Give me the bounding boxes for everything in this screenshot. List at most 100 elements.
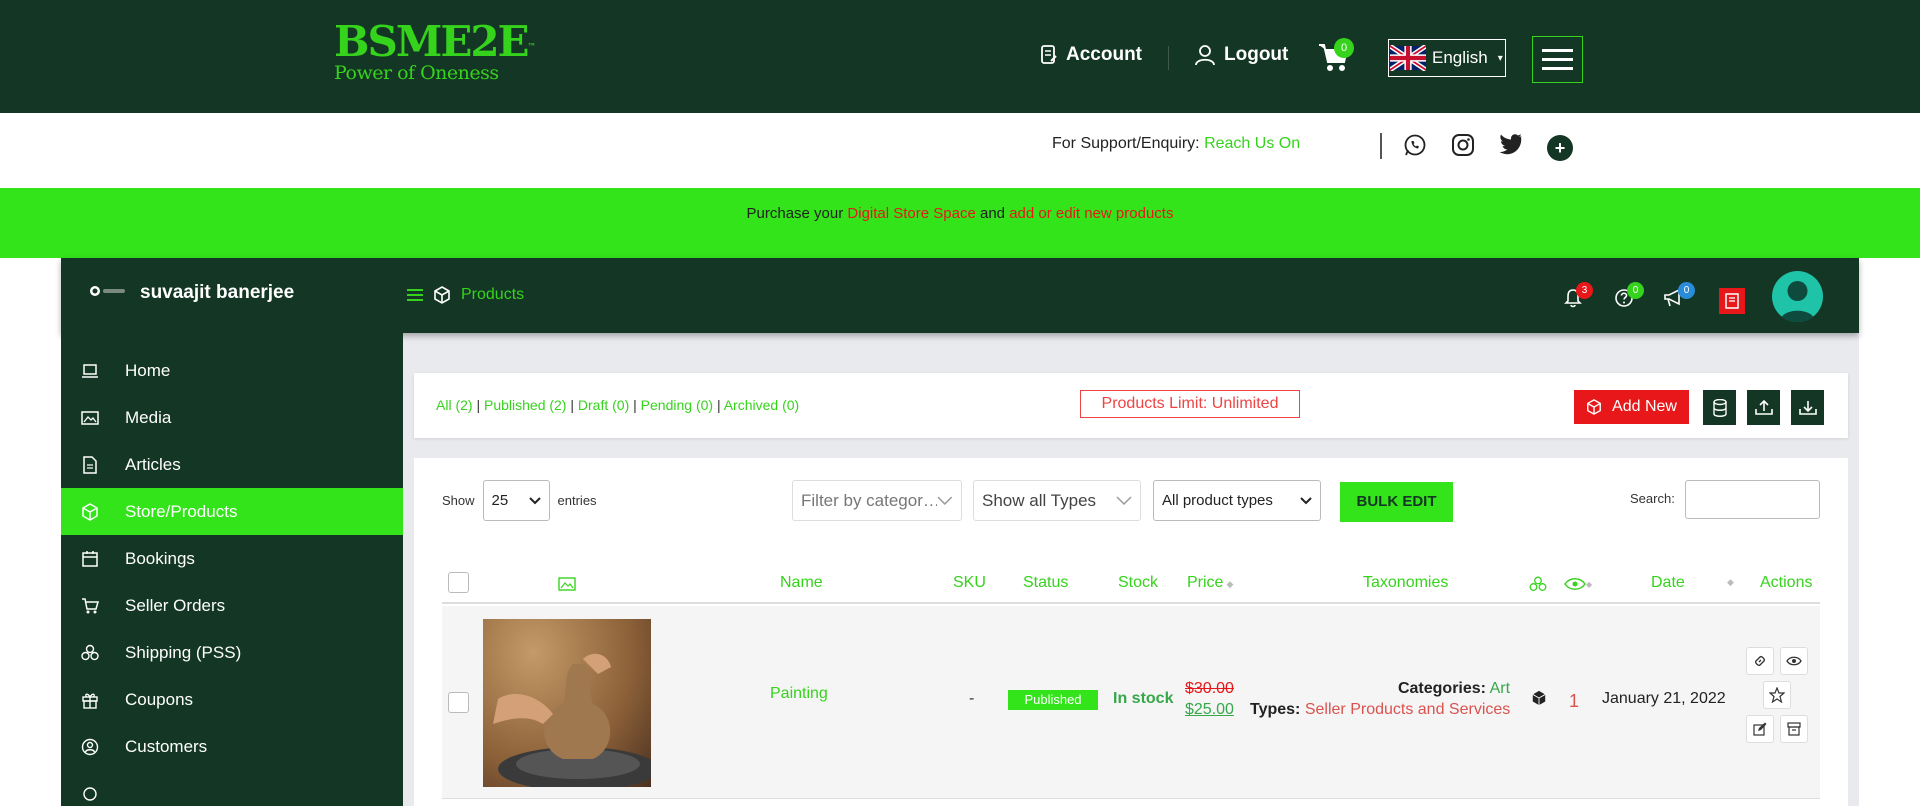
select-all-checkbox[interactable] [448, 572, 469, 593]
filter-pending[interactable]: Pending (0) [641, 397, 713, 413]
cube-icon [434, 286, 450, 304]
pottery-image-icon [493, 653, 658, 791]
archive-product-button[interactable] [1780, 715, 1808, 743]
whatsapp-icon[interactable] [1403, 133, 1427, 157]
twitter-icon[interactable] [1499, 133, 1523, 155]
type-link[interactable]: Seller Products and Services [1305, 701, 1510, 718]
sidebar-item-label: Bookings [125, 549, 195, 568]
filter-archived[interactable]: Archived (0) [724, 397, 799, 413]
chevron-down-icon [1116, 495, 1132, 505]
sidebar-item-label: Home [125, 361, 171, 380]
category-filter-select[interactable]: Filter by categor… [792, 480, 962, 521]
cart-count-badge: 0 [1334, 38, 1354, 58]
sidebar-item-shipping[interactable]: Shipping (PSS) [61, 629, 403, 676]
sidebar-item-media[interactable]: Media [61, 394, 403, 441]
column-price[interactable]: Price ◆ [1187, 574, 1233, 592]
sidebar-item-articles[interactable]: Articles [61, 441, 403, 488]
sidebar-item-label: Customers [125, 737, 208, 756]
help-badge: 0 [1627, 282, 1644, 299]
products-limit-badge: Products Limit: Unlimited [1080, 390, 1300, 418]
calendar-icon [82, 551, 98, 567]
filter-draft[interactable]: Draft (0) [578, 397, 629, 413]
filter-published[interactable]: Published (2) [484, 397, 567, 413]
upload-icon [1754, 399, 1773, 415]
bulk-edit-button[interactable]: BULK EDIT [1340, 482, 1453, 522]
product-sku: - [969, 690, 975, 707]
sidebar-item-coupons[interactable]: Coupons [61, 676, 403, 723]
site-logo[interactable]: BSME2E™ Power of Oneness [334, 17, 536, 85]
copy-link-button[interactable] [1746, 647, 1774, 675]
chevron-down-icon [528, 496, 541, 504]
sidebar-item-bookings[interactable]: Bookings [61, 535, 403, 582]
sidebar-item-seller-orders[interactable]: Seller Orders [61, 582, 403, 629]
category-link[interactable]: Art [1490, 680, 1510, 697]
sidebar-item-partial[interactable] [61, 770, 403, 806]
knowledgebase-button[interactable] [1719, 288, 1745, 314]
search-label: Search: [1630, 491, 1675, 506]
status-badge: Published [1008, 690, 1098, 710]
reach-us-link[interactable]: Reach Us On [1204, 135, 1300, 152]
column-sku[interactable]: SKU [953, 574, 986, 592]
table-header-row: Name SKU Status Stock Price ◆ Taxonomies … [442, 562, 1820, 604]
edit-product-button[interactable] [1746, 715, 1774, 743]
top-header: BSME2E™ Power of Oneness Account Logout … [0, 0, 1920, 113]
export-button[interactable] [1747, 390, 1780, 425]
sidebar-item-home[interactable]: Home [61, 347, 403, 394]
view-product-button[interactable] [1780, 647, 1808, 675]
language-selector[interactable]: English ▾ [1388, 39, 1506, 77]
categories-label: Categories: [1397, 680, 1486, 697]
product-name-link[interactable]: Painting [770, 685, 828, 703]
instagram-icon[interactable] [1451, 133, 1475, 157]
more-social-button[interactable]: + [1547, 135, 1573, 161]
main-menu-button[interactable] [1532, 36, 1583, 83]
types-filter-select[interactable]: Show all Types [973, 480, 1141, 521]
uk-flag-icon [1390, 45, 1426, 71]
avatar[interactable] [1772, 271, 1823, 322]
sidebar-item-store-products[interactable]: Store/Products [61, 488, 403, 535]
language-label: English [1432, 48, 1488, 67]
sale-price: $25.00 [1185, 701, 1234, 718]
feature-product-button[interactable] [1763, 681, 1791, 709]
sidebar-item-label: Seller Orders [125, 596, 226, 615]
column-name[interactable]: Name [780, 574, 823, 592]
product-thumbnail[interactable] [483, 619, 658, 791]
image-icon [81, 411, 99, 425]
logo-text: BSME2E [334, 17, 530, 66]
views-column-icon[interactable]: ◆ [1564, 577, 1592, 591]
entries-select[interactable]: 25 [482, 480, 550, 521]
product-date: January 21, 2022 [1602, 690, 1726, 707]
partial-icon [83, 787, 97, 801]
sidebar: Home Media Articles Store/Products Booki… [61, 333, 403, 806]
row-checkbox[interactable] [448, 692, 469, 713]
support-divider [1380, 133, 1382, 159]
regular-price: $30.00 [1185, 680, 1234, 697]
status-filter-links: All (2) | Published (2) | Draft (0) | Pe… [436, 397, 800, 413]
support-label: For Support/Enquiry: [1052, 135, 1200, 152]
sidebar-item-label: Shipping (PSS) [125, 643, 242, 662]
chevron-down-icon [1300, 496, 1312, 504]
stock-manager-button[interactable] [1703, 390, 1736, 425]
shipping-column-icon [1529, 576, 1547, 591]
import-button[interactable] [1791, 390, 1824, 425]
filter-all[interactable]: All (2) [436, 397, 473, 413]
sidebar-item-customers[interactable]: Customers [61, 723, 403, 770]
product-types-select[interactable]: All product types [1153, 480, 1321, 521]
stock-status: In stock [1113, 690, 1174, 707]
logout-link[interactable]: Logout [1194, 44, 1288, 66]
logo-trademark: ™ [527, 41, 536, 51]
column-date[interactable]: Date [1651, 574, 1685, 592]
add-edit-products-link[interactable]: add or edit new products [1009, 205, 1173, 222]
add-new-product-button[interactable]: Add New [1574, 390, 1689, 424]
search-input[interactable] [1685, 480, 1820, 519]
account-link[interactable]: Account [1040, 44, 1142, 66]
store-name: suvaajit banerjee [140, 282, 295, 303]
cube-icon [82, 503, 98, 521]
laptop-icon [82, 364, 98, 378]
sidebar-toggle-icon[interactable] [407, 288, 423, 302]
digital-store-space-link[interactable]: Digital Store Space [847, 205, 975, 222]
store-logo-icon [89, 285, 129, 297]
column-status: Status [1023, 574, 1069, 591]
products-table-card: Show 25 entries Filter by categor… Show … [414, 458, 1848, 806]
avatar-person-icon [1780, 281, 1815, 322]
header-divider [1168, 46, 1169, 70]
